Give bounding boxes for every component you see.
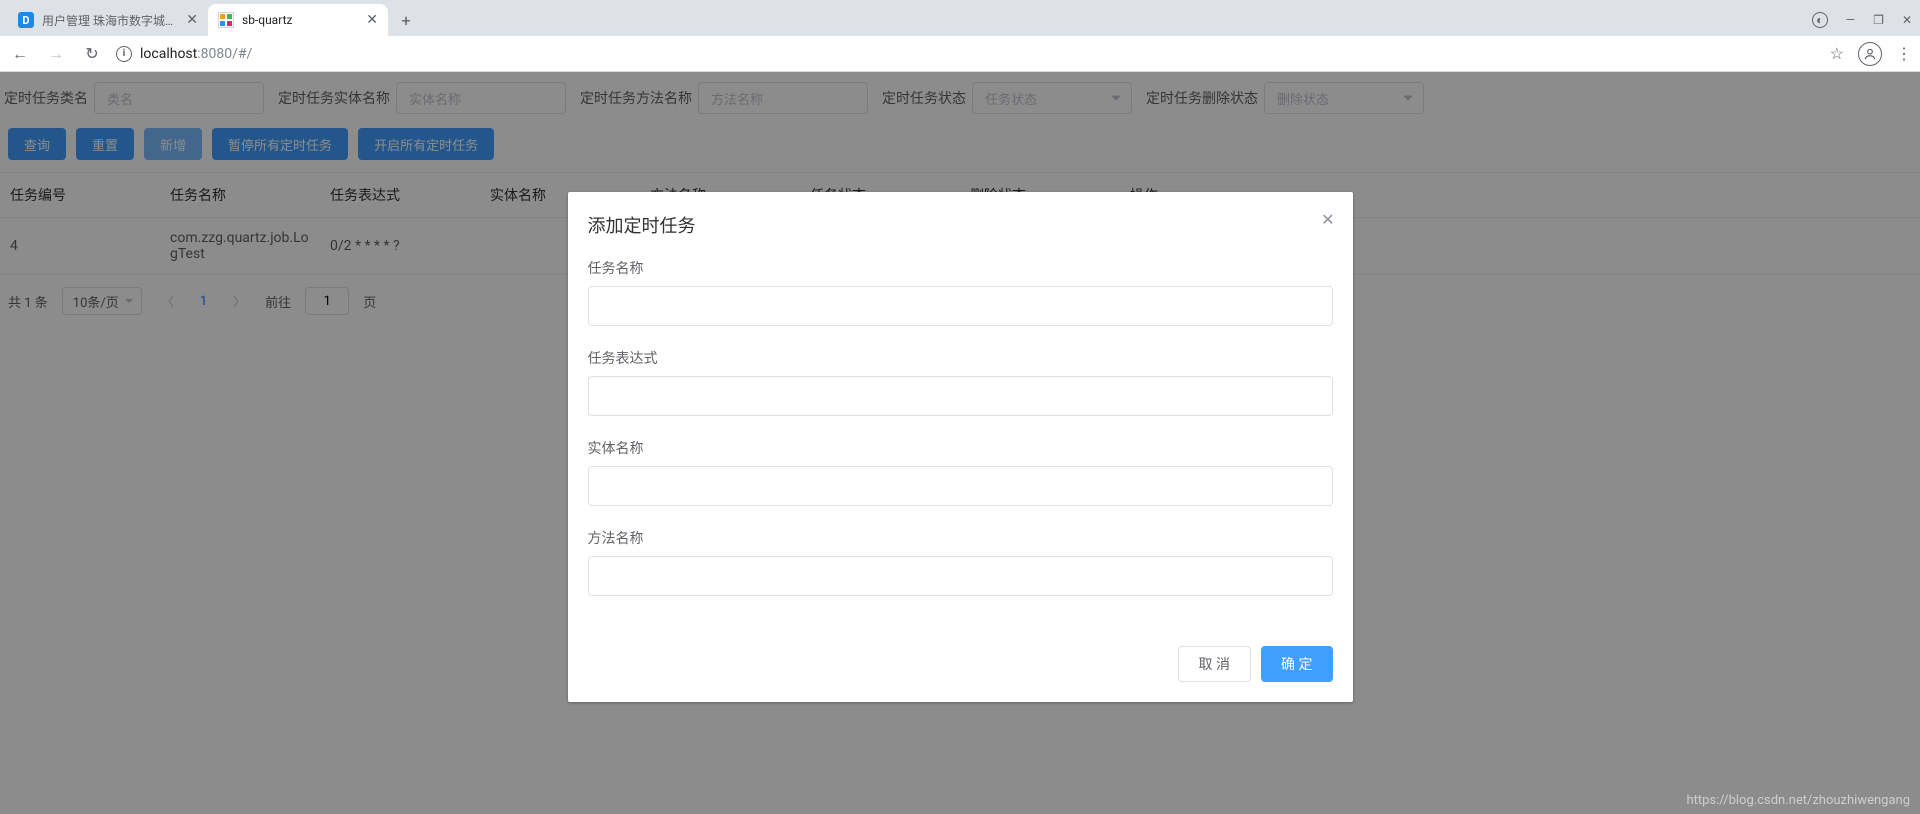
forward-icon[interactable]: →: [44, 44, 68, 64]
window-controls: ◐ — ❐ ✕: [1812, 4, 1920, 36]
watermark: https://blog.csdn.net/zhouzhiwengang: [1686, 793, 1910, 808]
close-window-icon[interactable]: ✕: [1902, 13, 1912, 27]
new-tab-button[interactable]: +: [392, 6, 420, 34]
url-text: localhost:8080/#/: [140, 46, 252, 62]
field-expr-input[interactable]: [588, 376, 1333, 416]
field-name-input[interactable]: [588, 286, 1333, 326]
reload-icon[interactable]: ↻: [80, 44, 104, 63]
tab-label: 用户管理 珠海市数字城建档案管: [42, 12, 178, 29]
browser-toolbar: ← → ↻ i localhost:8080/#/ ☆ ⋮: [0, 36, 1920, 72]
tab-strip: D 用户管理 珠海市数字城建档案管 ✕ sb-quartz ✕ + ◐ — ❐ …: [0, 0, 1920, 36]
add-task-dialog: 添加定时任务 ✕ 任务名称 任务表达式 实体名称 方法名称 取 消 确 定: [568, 192, 1353, 702]
bookmark-icon[interactable]: ☆: [1830, 44, 1844, 63]
address-bar[interactable]: i localhost:8080/#/: [116, 46, 1818, 62]
maximize-icon[interactable]: ❐: [1873, 13, 1884, 27]
extension-icon[interactable]: ◐: [1812, 12, 1828, 28]
browser-tab-2[interactable]: sb-quartz ✕: [208, 4, 388, 36]
profile-icon[interactable]: [1858, 42, 1882, 66]
cancel-button[interactable]: 取 消: [1178, 646, 1251, 682]
field-method-label: 方法名称: [588, 528, 1333, 548]
field-entity-input[interactable]: [588, 466, 1333, 506]
field-expr-label: 任务表达式: [588, 348, 1333, 368]
menu-icon[interactable]: ⋮: [1896, 44, 1912, 63]
field-method-input[interactable]: [588, 556, 1333, 596]
modal-overlay: 添加定时任务 ✕ 任务名称 任务表达式 实体名称 方法名称 取 消 确 定: [0, 72, 1920, 814]
back-icon[interactable]: ←: [8, 44, 32, 64]
dialog-title: 添加定时任务: [588, 212, 1333, 238]
browser-tab-1[interactable]: D 用户管理 珠海市数字城建档案管 ✕: [8, 4, 208, 36]
field-name-label: 任务名称: [588, 258, 1333, 278]
site-info-icon[interactable]: i: [116, 46, 132, 62]
favicon-icon: [218, 12, 234, 28]
close-icon[interactable]: ✕: [366, 12, 378, 28]
close-icon[interactable]: ✕: [1321, 210, 1334, 229]
confirm-button[interactable]: 确 定: [1261, 646, 1332, 682]
minimize-icon[interactable]: —: [1846, 13, 1855, 27]
tab-label: sb-quartz: [242, 13, 358, 27]
svg-text:D: D: [22, 14, 29, 27]
favicon-icon: D: [18, 12, 34, 28]
close-icon[interactable]: ✕: [186, 12, 198, 28]
browser-chrome: D 用户管理 珠海市数字城建档案管 ✕ sb-quartz ✕ + ◐ — ❐ …: [0, 0, 1920, 72]
dialog-footer: 取 消 确 定: [588, 646, 1333, 682]
field-entity-label: 实体名称: [588, 438, 1333, 458]
